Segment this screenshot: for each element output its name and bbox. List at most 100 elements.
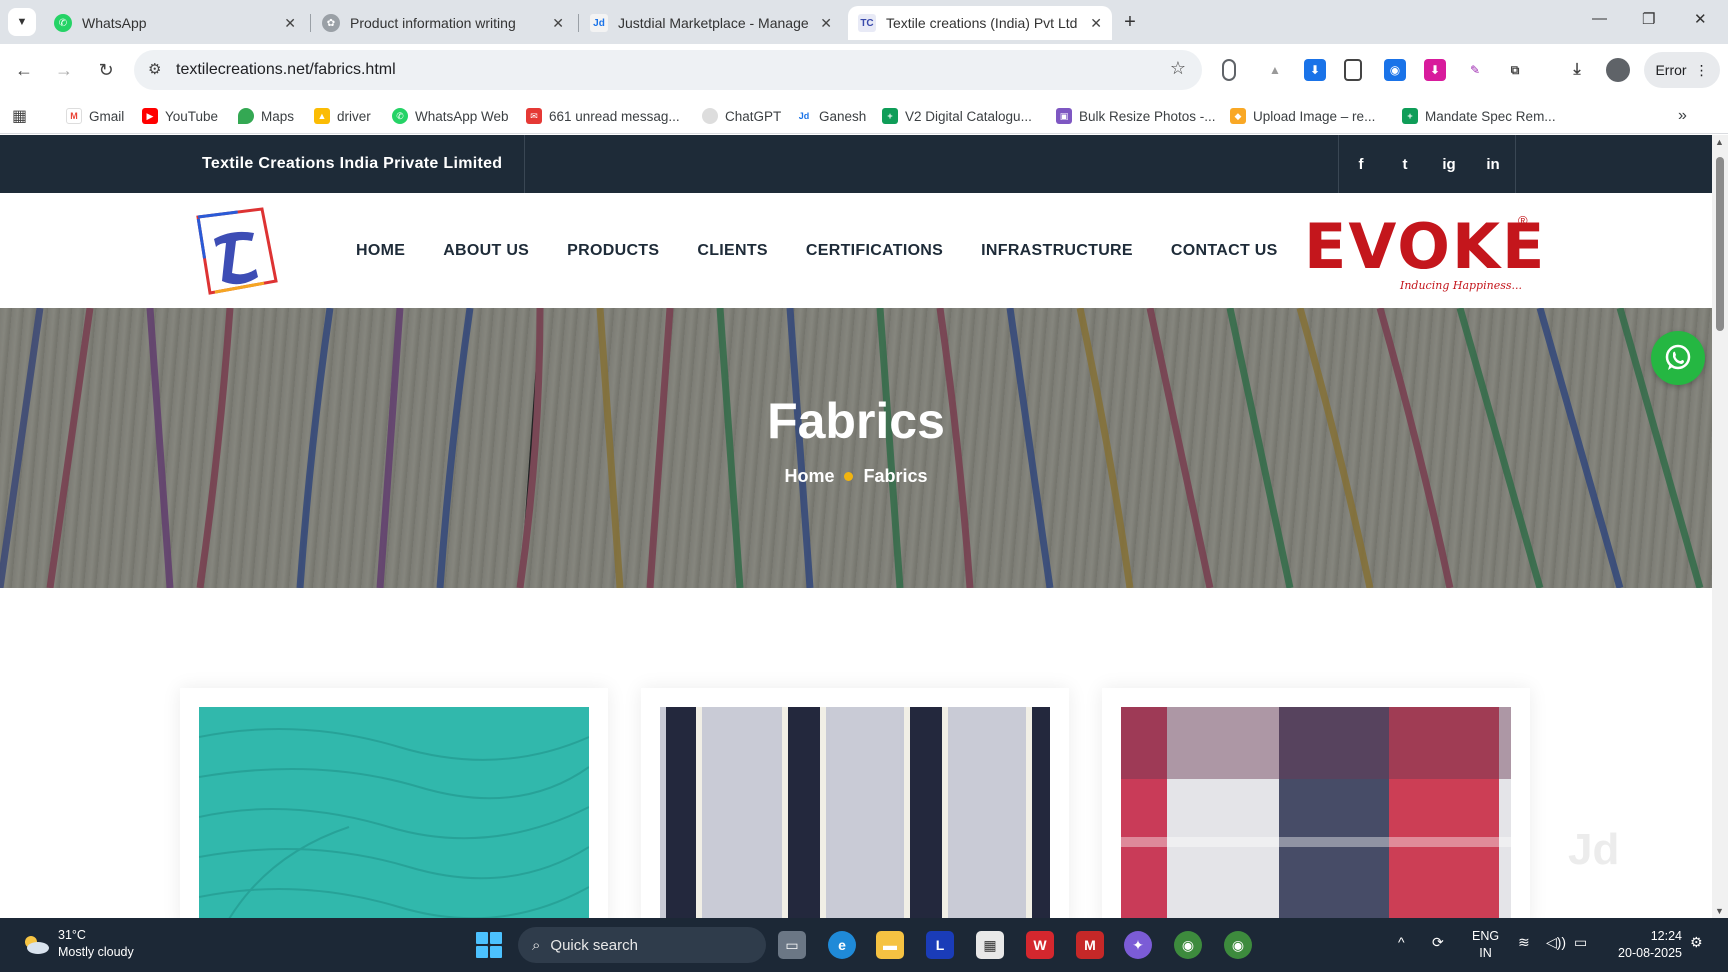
chevron-up-icon[interactable]: ^ [1398,934,1405,950]
restore-button[interactable]: ❐ [1642,10,1655,28]
weather-widget[interactable]: 31°C Mostly cloudy [20,927,134,961]
menu-home[interactable]: HOME [356,242,405,260]
url-text[interactable]: textilecreations.net/fabrics.html [176,61,396,79]
tab-product-information[interactable]: ✿ Product information writing ✕ [312,6,574,40]
site-settings-icon[interactable]: ⚙ [148,60,161,78]
forward-button[interactable]: → [50,56,78,84]
task-view-icon[interactable]: ▭ [778,931,806,959]
notification-icon[interactable]: ⚙ [1690,934,1703,951]
whatsapp-chat-button[interactable] [1651,331,1705,385]
textile-creations-logo[interactable] [192,207,282,295]
bookmark-chatgpt[interactable]: ChatGPT [702,106,781,126]
bookmark-driver[interactable]: ▲ driver [314,106,371,126]
battery-icon[interactable]: ▭ [1574,934,1587,951]
menu-certifications[interactable]: CERTIFICATIONS [806,242,943,260]
bookmark-bulk-resize[interactable]: ▣ Bulk Resize Photos -... [1056,106,1216,126]
close-tab-icon[interactable]: ✕ [284,15,296,32]
lenovo-app-icon[interactable]: L [926,931,954,959]
bookmark-v2-digital-catalogue[interactable]: + V2 Digital Catalogu... [882,106,1032,126]
tab-divider [310,14,311,32]
sync-icon[interactable]: ⟳ [1432,934,1444,951]
teal-fabric-image[interactable] [199,707,589,918]
chrome-icon[interactable]: ◉ [1174,931,1202,959]
scrollbar-thumb[interactable] [1716,157,1724,331]
breadcrumb: Home Fabrics [0,466,1712,487]
justdial-watermark: Jd [1568,825,1620,874]
menu-clients[interactable]: CLIENTS [697,242,768,260]
wifi-icon[interactable]: ≋ [1518,934,1530,951]
tab-textile-creations[interactable]: TC Textile creations (India) Pvt Ltd ✕ [848,6,1112,40]
profile-error-button[interactable]: Error ⋮ [1644,52,1720,88]
volume-icon[interactable]: ◁)) [1546,934,1566,951]
address-bar[interactable]: ⚙ textilecreations.net/fabrics.html ☆ [134,50,1202,90]
minimize-button[interactable]: — [1592,10,1607,27]
profile-avatar[interactable] [1606,58,1630,82]
instagram-icon[interactable]: ig [1427,135,1471,193]
more-bookmarks-button[interactable]: » [1678,106,1687,126]
time: 12:24 [1650,929,1682,943]
bookmarks-bar: ▦ M Gmail ▶ YouTube Maps ▲ driver ✆ WhatsApp… [0,98,1728,134]
close-tab-icon[interactable]: ✕ [820,15,832,32]
apps-grid-icon[interactable]: ▦ [12,106,27,126]
reload-icon: ↻ [98,59,114,80]
bookmark-ganesh[interactable]: Jd Ganesh [796,106,866,126]
evoke-tagline: Inducing Happiness... [1400,279,1522,292]
tab-search-button[interactable]: ▼ [8,8,36,36]
navy-white-stripe-fabric-image[interactable] [660,707,1050,918]
edge-icon[interactable]: e [828,931,856,959]
breadcrumb-home[interactable]: Home [784,466,834,486]
close-tab-icon[interactable]: ✕ [1090,15,1102,32]
extension-a-icon[interactable]: ▲ [1264,59,1286,81]
page-scrollbar[interactable]: ▲ ▼ [1712,135,1728,918]
fabric-card[interactable] [641,688,1069,918]
reload-button[interactable]: ↻ [92,56,120,84]
input-language[interactable]: ENG IN [1472,928,1499,962]
extension-icon[interactable] [1222,59,1236,81]
bookmark-mandate-spec[interactable]: + Mandate Spec Rem... [1402,106,1556,126]
close-window-button[interactable]: ✕ [1694,10,1707,28]
bookmark-unread-messages[interactable]: ✉ 661 unread messag... [526,106,680,126]
menu-products[interactable]: PRODUCTS [567,242,659,260]
file-explorer-icon[interactable]: ▬ [876,931,904,959]
mcafee-icon[interactable]: M [1076,931,1104,959]
downloads-icon[interactable]: ⤓ [1566,59,1588,81]
bookmark-youtube[interactable]: ▶ YouTube [142,106,218,126]
bookmark-whatsapp-web[interactable]: ✆ WhatsApp Web [392,106,509,126]
bookmark-star-icon[interactable]: ☆ [1170,58,1186,79]
red-navy-check-fabric-image[interactable] [1121,707,1511,918]
fabric-card[interactable] [1102,688,1530,918]
download-extension-icon[interactable]: ⬇ [1304,59,1326,81]
bookmark-maps[interactable]: Maps [238,106,294,126]
chrome-profile-icon[interactable]: ◉ [1224,931,1252,959]
twitter-icon[interactable]: t [1383,135,1427,193]
taskbar-search[interactable]: ⌕ Quick search [518,927,766,963]
evoke-brand-logo[interactable]: EVOKE ® Inducing Happiness... [1304,211,1544,293]
facebook-icon[interactable]: f [1339,135,1383,193]
tab-justdial[interactable]: Jd Justdial Marketplace - Manage ✕ [580,6,842,40]
menu-infrastructure[interactable]: INFRASTRUCTURE [981,242,1133,260]
bookmark-gmail[interactable]: M Gmail [66,106,124,126]
copilot-icon[interactable]: ✦ [1124,931,1152,959]
fabric-card[interactable] [180,688,608,918]
bookmark-label: Bulk Resize Photos -... [1079,108,1216,124]
close-tab-icon[interactable]: ✕ [552,15,564,32]
linkedin-icon[interactable]: in [1471,135,1515,193]
site-navbar: HOME ABOUT US PRODUCTS CLIENTS CERTIFICA… [0,193,1712,308]
new-tab-button[interactable]: + [1116,8,1144,36]
scroll-down-icon[interactable]: ▼ [1715,906,1724,916]
scroll-up-icon[interactable]: ▲ [1715,137,1724,147]
pen-extension-icon[interactable]: ✎ [1464,59,1486,81]
bookmark-upload-image[interactable]: ◆ Upload Image – re... [1230,106,1375,126]
reader-icon[interactable] [1344,59,1362,81]
wps-office-icon[interactable]: W [1026,931,1054,959]
clock[interactable]: 12:24 20-08-2025 [1606,928,1682,962]
menu-contact-us[interactable]: CONTACT US [1171,242,1278,260]
tab-whatsapp[interactable]: ✆ WhatsApp ✕ [44,6,306,40]
menu-about-us[interactable]: ABOUT US [443,242,529,260]
screen-capture-icon[interactable]: ◉ [1384,59,1406,81]
microsoft-store-icon[interactable]: ▦ [976,931,1004,959]
back-button[interactable]: ← [10,56,38,84]
download-manager-icon[interactable]: ⬇ [1424,59,1446,81]
extensions-puzzle-icon[interactable]: ⧉ [1504,59,1526,81]
start-button[interactable] [476,932,502,958]
